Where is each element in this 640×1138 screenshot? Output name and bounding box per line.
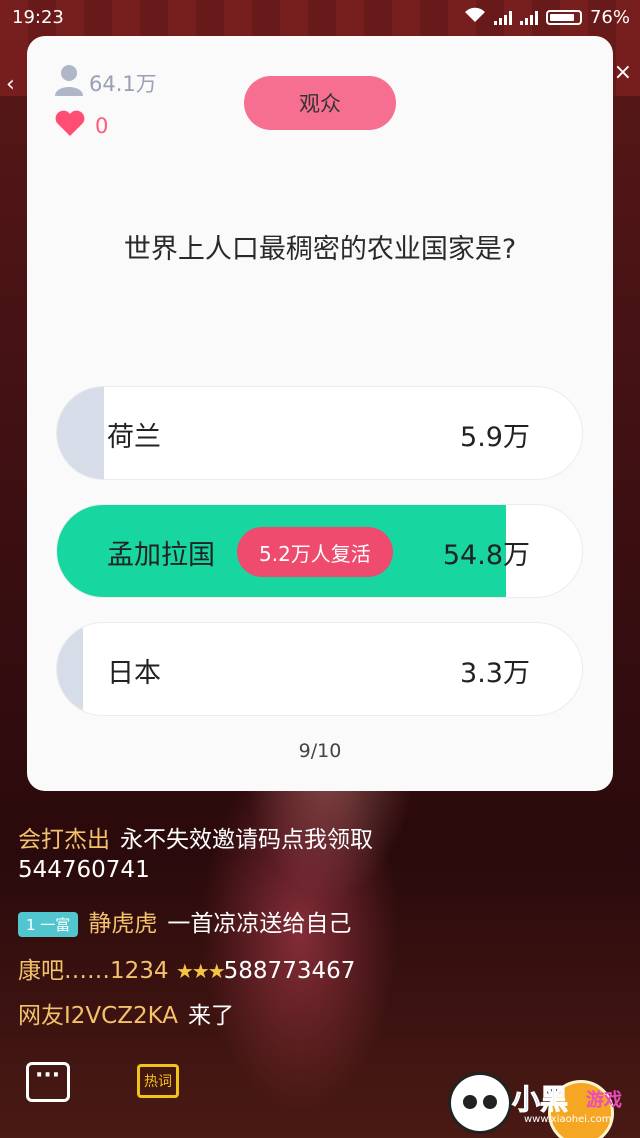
chat-text: 544760741 — [18, 857, 150, 883]
user-icon — [55, 64, 83, 101]
level-badge: 1 一富 — [18, 912, 79, 937]
answer-fill — [57, 623, 84, 715]
chat-text: 588773467 — [223, 958, 356, 984]
answer-option-1[interactable]: 荷兰 5.9万 — [57, 387, 582, 479]
chat-username: 静虎虎 — [88, 911, 158, 937]
back-icon[interactable]: ‹ — [6, 72, 15, 97]
like-count-value: 0 — [95, 113, 109, 138]
chat-text: 来了 — [188, 1003, 235, 1029]
answer-label: 日本 — [107, 658, 161, 689]
close-icon[interactable]: × — [614, 60, 632, 85]
heart-icon — [55, 110, 85, 141]
chat-text: 永不失效邀请码点我领取 — [120, 827, 373, 853]
status-time: 19:23 — [12, 7, 64, 28]
status-icons: 76% — [464, 7, 630, 28]
watermark-brand-2: 游戏 — [586, 1090, 622, 1111]
hot-words-button[interactable]: 热词 — [137, 1064, 179, 1098]
status-bar: 19:23 76% — [0, 0, 640, 36]
chat-message: 网友I2VCZ2KA 来了 — [18, 996, 234, 1030]
chat-message: 会打杰出 永不失效邀请码点我领取 — [18, 820, 373, 854]
answer-count: 5.9万 — [460, 422, 530, 453]
chat-message: 544760741 — [18, 857, 150, 883]
chat-message: 康吧……1234 ★★★588773467 — [18, 951, 355, 985]
like-count: 0 — [55, 110, 108, 141]
watermark-brand: 小黑 — [511, 1083, 569, 1117]
wifi-icon — [464, 7, 486, 28]
answer-label: 孟加拉国 — [107, 540, 215, 571]
answer-count: 3.3万 — [460, 658, 530, 689]
answer-option-3[interactable]: 日本 3.3万 — [57, 623, 582, 715]
watermark-url: www.xiaohei.com — [524, 1114, 612, 1125]
watermark-logo: 小黑 游戏 www.xiaohei.com — [448, 1072, 638, 1134]
answer-fill — [57, 387, 105, 479]
chat-username: 网友I2VCZ2KA — [18, 1003, 179, 1029]
quiz-card: 64.1万 0 观众 世界上人口最稠密的农业国家是? 荷兰 5.9万 孟加拉国 … — [27, 36, 613, 791]
panda-logo-icon — [448, 1072, 512, 1134]
star-badge-icon: ★★★ — [175, 959, 226, 983]
signal-icon-2 — [519, 10, 538, 25]
battery-icon — [545, 10, 582, 25]
answer-label: 荷兰 — [107, 422, 161, 453]
answer-count: 54.8万 — [442, 540, 530, 571]
revive-badge: 5.2万人复活 — [237, 527, 393, 577]
question-text: 世界上人口最稠密的农业国家是? — [123, 234, 517, 265]
viewer-count: 64.1万 — [55, 64, 157, 101]
chat-input-button[interactable] — [26, 1062, 70, 1102]
chat-message: 1 一富 静虎虎 一首凉凉送给自己 — [18, 904, 351, 938]
question-progress: 9/10 — [298, 740, 342, 762]
answer-option-2[interactable]: 孟加拉国 5.2万人复活 54.8万 — [57, 505, 582, 597]
audience-role-button[interactable]: 观众 — [244, 76, 396, 130]
signal-icon — [493, 10, 512, 25]
battery-percent: 76% — [589, 7, 630, 28]
chat-username: 会打杰出 — [18, 827, 110, 853]
viewer-count-value: 64.1万 — [89, 71, 157, 96]
chat-text: 一首凉凉送给自己 — [167, 911, 352, 937]
chat-username: 康吧……1234 — [18, 958, 169, 984]
